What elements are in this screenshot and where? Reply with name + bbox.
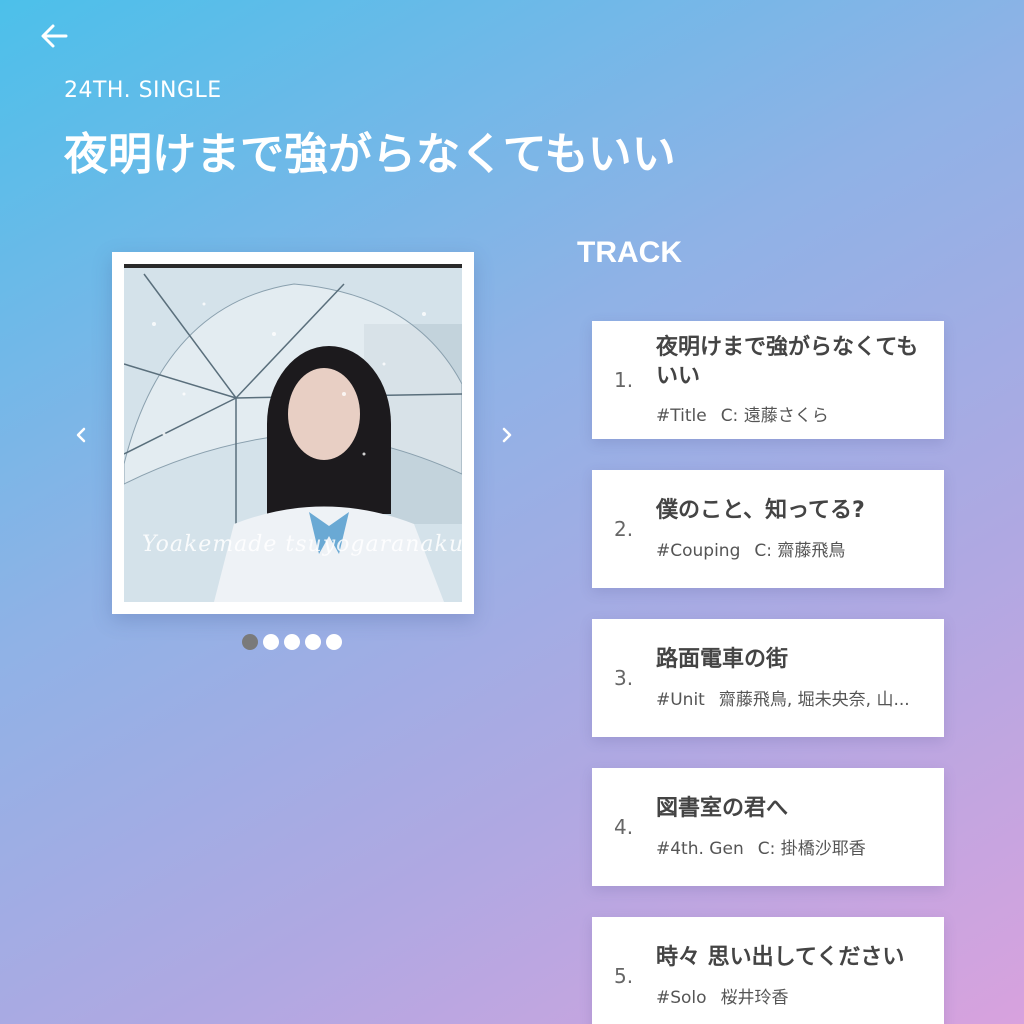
arrow-left-icon <box>41 24 68 48</box>
track-title: 僕のこと、知ってる? <box>656 498 865 524</box>
track-tag: #Solo <box>656 987 707 1008</box>
cover-script-text: Yoakemade tsuyogaranakutemoii <box>142 532 462 557</box>
track-center: C: 遠藤さくら <box>720 406 829 427</box>
track-title: 図書室の君へ <box>656 796 789 822</box>
track-card[interactable]: 1. 夜明けまで強がらなくてもいい #Title C: 遠藤さくら <box>592 321 944 439</box>
carousel-prev-button[interactable] <box>66 420 96 450</box>
track-meta: #Couping C: 齋藤飛鳥 <box>656 536 928 561</box>
track-title: 路面電車の街 <box>656 647 789 673</box>
track-tag: #Unit <box>656 689 705 710</box>
album-cover: Yoakemade tsuyogaranakutemoii <box>112 252 474 614</box>
track-meta: #4th. Gen C: 掛橋沙耶香 <box>656 834 928 859</box>
back-button[interactable] <box>36 18 72 54</box>
track-number: 3. <box>614 666 634 690</box>
track-center: C: 齋藤飛鳥 <box>754 540 846 561</box>
track-meta: #Solo 桜井玲香 <box>656 983 928 1008</box>
cover-carousel: Yoakemade tsuyogaranakutemoii <box>60 250 530 670</box>
track-card[interactable]: 3. 路面電車の街 #Unit 齋藤飛鳥, 堀未央奈, 山... <box>592 619 944 737</box>
chevron-left-icon <box>76 427 86 443</box>
track-tag: #Title <box>656 406 707 427</box>
track-number: 2. <box>614 517 634 541</box>
track-title: 時々 思い出してください <box>656 945 905 971</box>
track-tag: #Couping <box>656 540 741 561</box>
carousel-dot-3[interactable] <box>284 634 300 650</box>
track-center: 齋藤飛鳥, 堀未央奈, 山... <box>718 689 910 710</box>
chevron-right-icon <box>502 427 512 443</box>
track-title: 夜明けまで強がらなくてもいい <box>656 334 919 389</box>
carousel-pagination <box>242 634 342 650</box>
carousel-dot-5[interactable] <box>326 634 342 650</box>
carousel-dot-4[interactable] <box>305 634 321 650</box>
page-title: 夜明けまで強がらなくてもいい <box>64 129 676 180</box>
track-number: 5. <box>614 964 634 988</box>
carousel-dot-1[interactable] <box>242 634 258 650</box>
track-heading: TRACK <box>577 236 682 269</box>
track-number: 1. <box>614 368 634 392</box>
track-card[interactable]: 2. 僕のこと、知ってる? #Couping C: 齋藤飛鳥 <box>592 470 944 588</box>
track-tag: #4th. Gen <box>656 838 744 859</box>
carousel-dot-2[interactable] <box>263 634 279 650</box>
track-card[interactable]: 4. 図書室の君へ #4th. Gen C: 掛橋沙耶香 <box>592 768 944 886</box>
track-center: C: 掛橋沙耶香 <box>757 838 866 859</box>
track-meta: #Title C: 遠藤さくら <box>656 401 928 426</box>
track-number: 4. <box>614 815 634 839</box>
track-meta: #Unit 齋藤飛鳥, 堀未央奈, 山... <box>656 685 928 710</box>
cover-photo: Yoakemade tsuyogaranakutemoii <box>124 264 462 602</box>
release-subtitle: 24TH. SINGLE <box>64 78 222 103</box>
track-list: 1. 夜明けまで強がらなくてもいい #Title C: 遠藤さくら 2. 僕のこと… <box>592 321 944 1024</box>
track-center: 桜井玲香 <box>720 987 789 1008</box>
carousel-next-button[interactable] <box>492 420 522 450</box>
track-card[interactable]: 5. 時々 思い出してください #Solo 桜井玲香 <box>592 917 944 1024</box>
